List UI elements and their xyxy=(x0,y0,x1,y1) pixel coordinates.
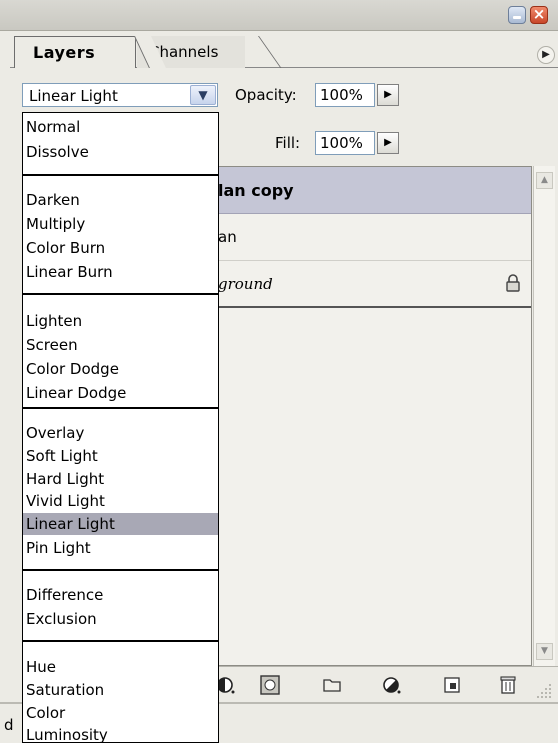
fill-label: Fill: xyxy=(275,134,301,152)
dropdown-separator xyxy=(23,640,218,642)
blend-option-saturation[interactable]: Saturation xyxy=(23,679,218,701)
blend-option-hue[interactable]: Hue xyxy=(23,656,218,678)
dropdown-separator xyxy=(23,407,218,409)
blend-option-multiply[interactable]: Multiply xyxy=(23,213,218,235)
left-edge-text: d xyxy=(4,716,14,734)
minimize-icon[interactable] xyxy=(508,6,526,24)
blend-mode-value: Linear Light xyxy=(29,87,118,105)
blend-option-vivid-light[interactable]: Vivid Light xyxy=(23,490,218,512)
panel-menu-icon[interactable]: ▶ xyxy=(537,46,555,64)
scroll-down-icon[interactable]: ▼ xyxy=(536,643,553,660)
opacity-input[interactable]: 100% xyxy=(315,83,375,107)
blend-option-normal[interactable]: Normal xyxy=(23,116,218,138)
layer-name: an xyxy=(218,228,237,246)
tab-layers[interactable]: Layers xyxy=(14,36,166,68)
blend-mode-dropdown: Normal Dissolve Darken Multiply Color Bu… xyxy=(22,112,219,743)
dropdown-separator xyxy=(23,569,218,571)
blend-option-soft-light[interactable]: Soft Light xyxy=(23,445,218,467)
dropdown-separator xyxy=(23,293,218,295)
adjustment-layer-icon[interactable] xyxy=(382,675,402,695)
blend-option-linear-burn[interactable]: Linear Burn xyxy=(23,261,218,283)
layers-scrollbar[interactable]: ▲ ▼ xyxy=(533,166,555,666)
opacity-slider-button[interactable]: ▶ xyxy=(377,84,399,106)
layer-name: ground xyxy=(218,275,273,293)
tab-layers-label: Layers xyxy=(33,43,96,62)
tab-channels-edge xyxy=(244,36,282,68)
chevron-down-icon[interactable]: ▼ xyxy=(190,85,216,105)
blend-option-color[interactable]: Color xyxy=(23,702,218,724)
trash-icon[interactable] xyxy=(498,675,518,695)
blend-option-linear-light[interactable]: Linear Light xyxy=(23,513,218,535)
blend-option-color-dodge[interactable]: Color Dodge xyxy=(23,358,218,380)
blend-option-overlay[interactable]: Overlay xyxy=(23,422,218,444)
fill-input[interactable]: 100% xyxy=(315,131,375,155)
tab-strip: Channels Layers xyxy=(10,36,558,68)
blend-option-exclusion[interactable]: Exclusion xyxy=(23,608,218,630)
blend-mode-select[interactable]: Linear Light ▼ xyxy=(22,83,218,107)
lock-icon xyxy=(506,274,520,292)
blend-option-dissolve[interactable]: Dissolve xyxy=(23,141,218,163)
blend-option-darken[interactable]: Darken xyxy=(23,189,218,211)
resize-grip-icon[interactable] xyxy=(535,682,553,700)
panel-title-bar xyxy=(0,0,558,31)
new-layer-icon[interactable] xyxy=(442,675,462,695)
opacity-label: Opacity: xyxy=(235,86,297,104)
blend-option-color-burn[interactable]: Color Burn xyxy=(23,237,218,259)
layer-name: lan copy xyxy=(218,181,294,200)
fill-slider-button[interactable]: ▶ xyxy=(377,132,399,154)
dropdown-separator xyxy=(23,174,218,176)
blend-option-pin-light[interactable]: Pin Light xyxy=(23,537,218,559)
blend-option-luminosity[interactable]: Luminosity xyxy=(23,724,218,742)
scroll-up-icon[interactable]: ▲ xyxy=(536,172,553,189)
close-icon[interactable]: × xyxy=(530,6,548,24)
layer-style-icon[interactable] xyxy=(216,675,236,695)
new-group-icon[interactable] xyxy=(322,675,342,695)
blend-option-linear-dodge[interactable]: Linear Dodge xyxy=(23,382,218,404)
blend-option-screen[interactable]: Screen xyxy=(23,334,218,356)
add-mask-icon[interactable] xyxy=(260,675,280,695)
blend-option-difference[interactable]: Difference xyxy=(23,584,218,606)
blend-option-lighten[interactable]: Lighten xyxy=(23,310,218,332)
blend-option-hard-light[interactable]: Hard Light xyxy=(23,468,218,490)
